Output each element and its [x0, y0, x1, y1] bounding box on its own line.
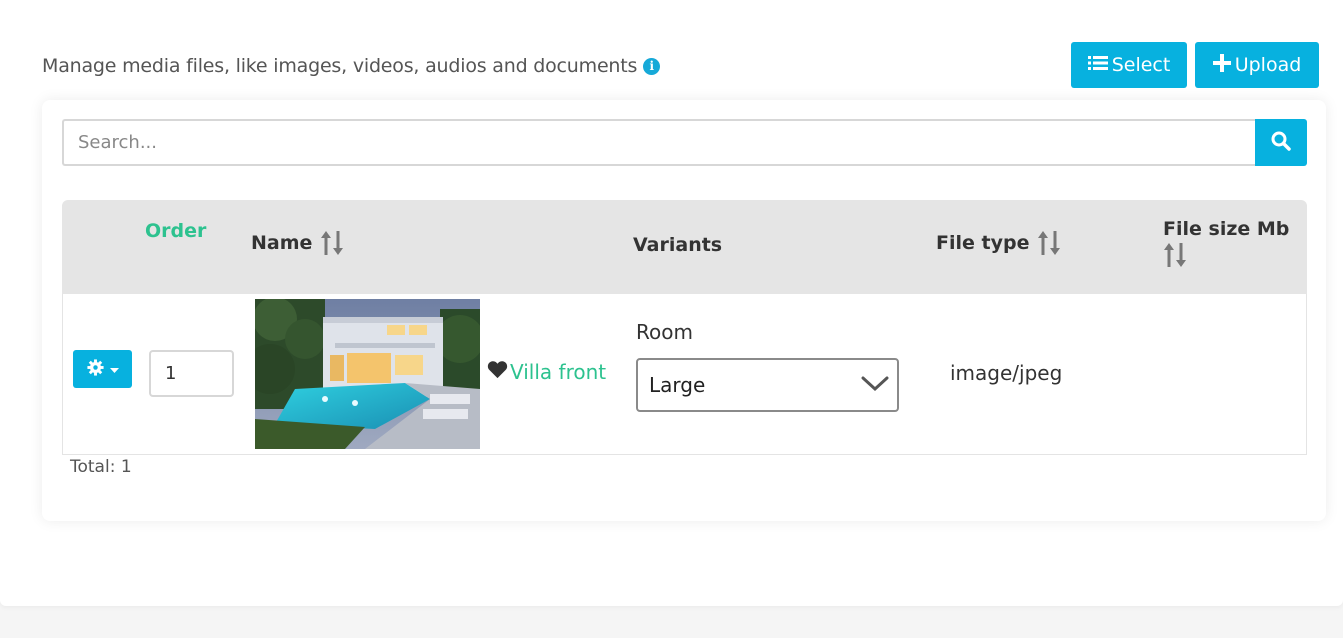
- column-file-type-label: File type: [936, 232, 1030, 254]
- gear-icon: [86, 359, 104, 379]
- column-order[interactable]: Order: [145, 220, 206, 242]
- media-name-link[interactable]: Villa front: [487, 360, 606, 384]
- chevron-down-icon: [861, 373, 889, 397]
- caret-down-icon: [109, 362, 119, 377]
- search-button[interactable]: [1255, 119, 1307, 166]
- media-thumbnail[interactable]: [255, 299, 480, 449]
- table-row: Villa front Room Large image/jpeg: [62, 294, 1307, 455]
- upload-button-label: Upload: [1234, 54, 1302, 76]
- column-name-label: Name: [251, 232, 313, 254]
- media-name-label: Villa front: [510, 360, 607, 384]
- search-icon: [1271, 131, 1291, 154]
- file-type-value: image/jpeg: [950, 361, 1063, 385]
- table-header: Order Name Variants File type File size …: [62, 200, 1307, 294]
- column-order-label: Order: [145, 220, 207, 242]
- variant-select[interactable]: Large: [636, 358, 899, 412]
- sort-icon[interactable]: [320, 230, 344, 256]
- search-bar: [62, 119, 1307, 166]
- list-icon: [1087, 54, 1108, 76]
- variant-group-label: Room: [636, 320, 693, 344]
- order-input[interactable]: [149, 350, 234, 397]
- search-input[interactable]: [62, 119, 1255, 166]
- column-file-size[interactable]: File size Mb: [1163, 218, 1289, 268]
- column-file-type[interactable]: File type: [936, 230, 1061, 256]
- row-actions-button[interactable]: [73, 350, 132, 388]
- select-button-label: Select: [1111, 54, 1171, 76]
- column-file-size-label: File size Mb: [1163, 218, 1290, 240]
- page-description: Manage media files, like images, videos,…: [42, 55, 661, 77]
- info-icon[interactable]: i: [643, 57, 661, 75]
- heart-icon[interactable]: [487, 360, 508, 384]
- plus-icon: [1212, 53, 1231, 77]
- column-variants: Variants: [633, 234, 722, 256]
- media-card: Order Name Variants File type: [42, 100, 1326, 521]
- column-name[interactable]: Name: [251, 230, 344, 256]
- description-text: Manage media files, like images, videos,…: [42, 55, 638, 77]
- page-panel: Manage media files, like images, videos,…: [0, 0, 1343, 606]
- upload-button[interactable]: Upload: [1195, 42, 1319, 88]
- total-count: Total: 1: [70, 457, 132, 477]
- select-button[interactable]: Select: [1071, 42, 1187, 88]
- variant-selected-value: Large: [649, 373, 706, 397]
- column-variants-label: Variants: [633, 234, 723, 256]
- sort-icon[interactable]: [1163, 242, 1187, 268]
- sort-icon[interactable]: [1037, 230, 1061, 256]
